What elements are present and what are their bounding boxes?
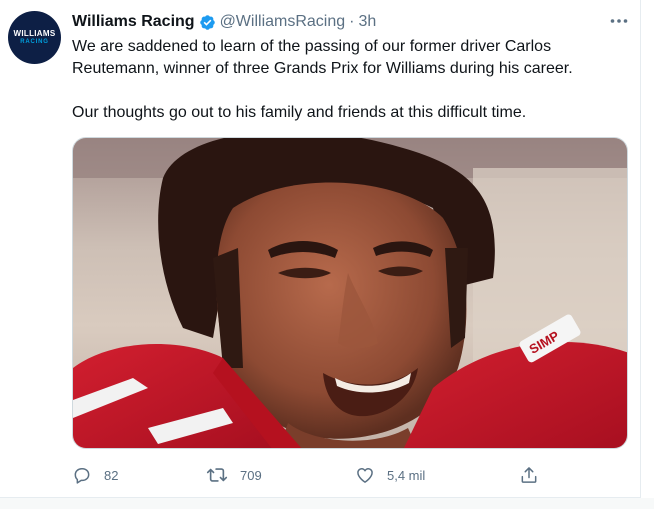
tweet-card[interactable]: WILLIAMS RACING Williams Racing @William… [0, 0, 640, 497]
retweet-count: 709 [240, 467, 262, 483]
tweet-text: We are saddened to learn of the passing … [72, 36, 632, 124]
tweet-actions: 82 709 5,4 mil [72, 462, 628, 488]
like-count: 5,4 mil [387, 467, 426, 483]
retweet-button[interactable]: 709 [206, 462, 262, 488]
reply-button[interactable]: 82 [72, 462, 118, 488]
tweet-paragraph: Our thoughts go out to his family and fr… [72, 104, 527, 121]
next-tweet-area [0, 498, 654, 509]
more-options-icon[interactable] [606, 10, 632, 32]
avatar[interactable]: WILLIAMS RACING [8, 11, 61, 64]
tweet-header: Williams Racing @WilliamsRacing · 3h [72, 12, 376, 32]
separator-dot: · [349, 13, 355, 30]
reply-icon [72, 465, 92, 485]
account-name[interactable]: Williams Racing [72, 13, 195, 31]
share-button[interactable] [519, 462, 539, 488]
retweet-icon [206, 465, 228, 485]
verified-badge-icon [199, 14, 216, 31]
avatar-logo-line1: WILLIAMS [13, 29, 56, 38]
share-icon [519, 465, 539, 485]
avatar-logo-line2: RACING [20, 39, 49, 45]
tweet-photo[interactable]: SIMP [72, 137, 628, 449]
heart-icon [355, 465, 375, 485]
account-handle[interactable]: @WilliamsRacing [220, 13, 346, 31]
panel-border-right [640, 0, 641, 509]
reply-count: 82 [104, 467, 119, 483]
tweet-paragraph: We are saddened to learn of the passing … [72, 38, 573, 77]
tweet-timestamp[interactable]: 3h [358, 13, 376, 31]
like-button[interactable]: 5,4 mil [355, 462, 425, 488]
